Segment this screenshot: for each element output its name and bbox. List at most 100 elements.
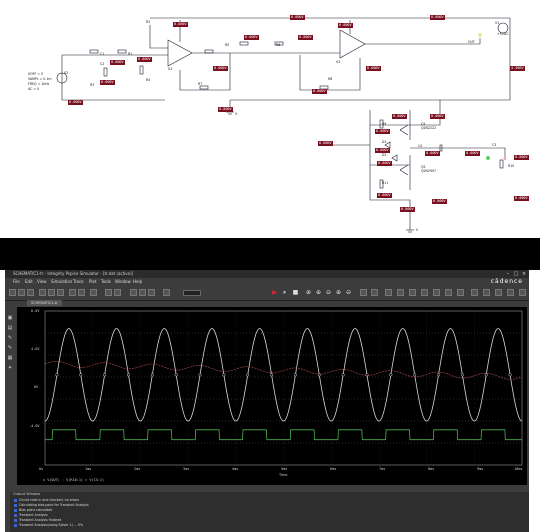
print-icon[interactable]	[90, 289, 97, 296]
x-tick-label: 0s	[39, 467, 44, 471]
component-label-r9[interactable]: R9	[382, 122, 386, 126]
trace-legend[interactable]: ◇ V(OUT) ◦ V(R10:1) ○ V(C3:1)	[43, 478, 104, 482]
component-label-r10[interactable]: R10	[508, 164, 514, 168]
net-voltage-label: 0.000V	[375, 129, 390, 134]
component-label-c2[interactable]: C2	[100, 62, 104, 66]
close-icon[interactable]: ×	[521, 271, 527, 277]
tab-schematic-tr[interactable]: SCHEMATIC1-tr	[27, 300, 62, 306]
output-line: Transient Analysis(using Solver 1) ... 0…	[14, 523, 83, 527]
trace-marker	[413, 373, 417, 377]
zoom-in-icon[interactable]: ⊕	[315, 289, 322, 296]
cursor-trough-icon[interactable]	[421, 289, 428, 296]
component-label-r6[interactable]: R6	[276, 43, 280, 47]
cursor-slope-icon[interactable]	[433, 289, 440, 296]
more-icon[interactable]	[519, 289, 526, 296]
menu-trace[interactable]: Trace	[73, 278, 84, 286]
zoom-prev-icon[interactable]: ⊖	[345, 289, 352, 296]
window-icon[interactable]: ▣	[7, 315, 13, 321]
x-tick-label: 8ms	[428, 467, 435, 471]
output-line: Calculating bias point for Transient Ana…	[14, 503, 89, 507]
schematic-wires	[56, 17, 511, 233]
copy-icon[interactable]	[48, 289, 55, 296]
profile-select[interactable]	[183, 290, 201, 296]
print-preview-icon[interactable]: ▦	[7, 355, 13, 361]
trace-v-r10-1	[44, 361, 523, 380]
net-voltage-label: 0.000V	[377, 161, 392, 166]
sim-profile-icon[interactable]	[114, 289, 121, 296]
paste-icon[interactable]	[57, 289, 64, 296]
component-label-v1[interactable]: V1	[495, 21, 499, 25]
waveform-plot[interactable]: 8.0V 4.0V 0V -4.0V 0s 1ms 2ms 3ms 4ms 5m…	[17, 307, 527, 485]
stop-icon[interactable]: ■	[292, 289, 299, 296]
add-trace-icon[interactable]	[385, 289, 392, 296]
layers-icon[interactable]: ▤	[7, 325, 13, 331]
left-toolbar: ▣ ▤ ✎ ✎ ▦ ✦	[5, 307, 15, 477]
menu-help[interactable]: Help	[133, 278, 142, 286]
component-label-r1[interactable]: R1	[128, 52, 132, 56]
measure-icon[interactable]	[483, 289, 490, 296]
probe-icon[interactable]: ✎	[7, 335, 13, 341]
net-label-out[interactable]: OUT	[468, 40, 475, 44]
redo-icon[interactable]	[78, 289, 85, 296]
source-param: FREQ = 1kHz	[28, 82, 50, 86]
undo-icon[interactable]	[69, 289, 76, 296]
settings-icon[interactable]: ✦	[7, 365, 13, 371]
component-label-r11[interactable]: R11	[382, 181, 388, 185]
menu-simulation[interactable]: Simulation	[51, 278, 72, 286]
component-label-u2[interactable]: U2	[336, 60, 340, 64]
trace-marker	[341, 373, 345, 377]
open-icon[interactable]	[18, 289, 25, 296]
maximize-icon[interactable]: □	[513, 271, 519, 277]
net-voltage-label: 0.000V	[377, 193, 392, 198]
mark-icon[interactable]	[507, 289, 514, 296]
pause-icon[interactable]: ⏸	[281, 289, 288, 296]
label-icon[interactable]	[471, 289, 478, 296]
component-label-d1[interactable]: D1	[382, 140, 386, 144]
cursor-min-icon[interactable]	[445, 289, 452, 296]
minimize-icon[interactable]: –	[505, 271, 511, 277]
cursor-max-icon[interactable]	[457, 289, 464, 296]
net-voltage-label: 0.000V	[432, 199, 447, 204]
eval-icon[interactable]	[495, 289, 502, 296]
fourier-icon[interactable]	[371, 289, 378, 296]
menu-edit[interactable]: Edit	[25, 278, 33, 286]
component-label-c1[interactable]: C1	[100, 52, 104, 56]
component-label-c4[interactable]: C4	[418, 144, 422, 148]
component-value-v1[interactable]: +5VDC	[497, 32, 509, 36]
cursor-peak-icon[interactable]	[409, 289, 416, 296]
marker-power-icon[interactable]	[148, 289, 155, 296]
sim-settings-icon[interactable]	[105, 289, 112, 296]
zoom-fit-icon[interactable]: ⊕	[305, 289, 312, 296]
component-label-c3[interactable]: C3	[492, 143, 496, 147]
marker-current-icon[interactable]	[139, 289, 146, 296]
component-label-r8[interactable]: R8	[328, 77, 332, 81]
component-label-r3[interactable]: R3	[90, 83, 94, 87]
component-label-v2[interactable]: V2	[64, 71, 68, 75]
marker-icon[interactable]	[130, 289, 137, 296]
cut-icon[interactable]	[39, 289, 46, 296]
x-axis-label: Time	[279, 473, 288, 477]
menu-window[interactable]: Window	[115, 278, 131, 286]
component-label-r5[interactable]: R5	[225, 43, 229, 47]
component-label-u1[interactable]: U1	[168, 67, 172, 71]
schematic-canvas[interactable]: 0.000V 0.000V 0.000V 4.966V 0.000V 0.000…	[0, 0, 540, 238]
zoom-out-icon[interactable]: ⊖	[325, 289, 332, 296]
menu-file[interactable]: File	[13, 278, 20, 286]
component-label-r7[interactable]: R7	[198, 82, 202, 86]
run-icon[interactable]: ▶	[271, 289, 278, 296]
component-label-d2[interactable]: D2	[382, 153, 386, 157]
menu-view[interactable]: View	[37, 278, 47, 286]
trace-icon[interactable]: ✎	[7, 345, 13, 351]
output-line: Transient Analysis finished	[14, 518, 61, 522]
component-label-r4[interactable]: R4	[146, 78, 150, 82]
save-icon[interactable]	[27, 289, 34, 296]
trace-marker	[126, 373, 131, 377]
toggle-icon[interactable]	[163, 289, 170, 296]
zoom-area-icon[interactable]: ⊕	[335, 289, 342, 296]
menu-tools[interactable]: Tools	[101, 278, 111, 286]
menu-plot[interactable]: Plot	[89, 278, 97, 286]
cursor-icon[interactable]	[397, 289, 404, 296]
new-icon[interactable]	[9, 289, 16, 296]
component-label-r2[interactable]: R2	[146, 20, 150, 24]
log-x-icon[interactable]	[360, 289, 367, 296]
